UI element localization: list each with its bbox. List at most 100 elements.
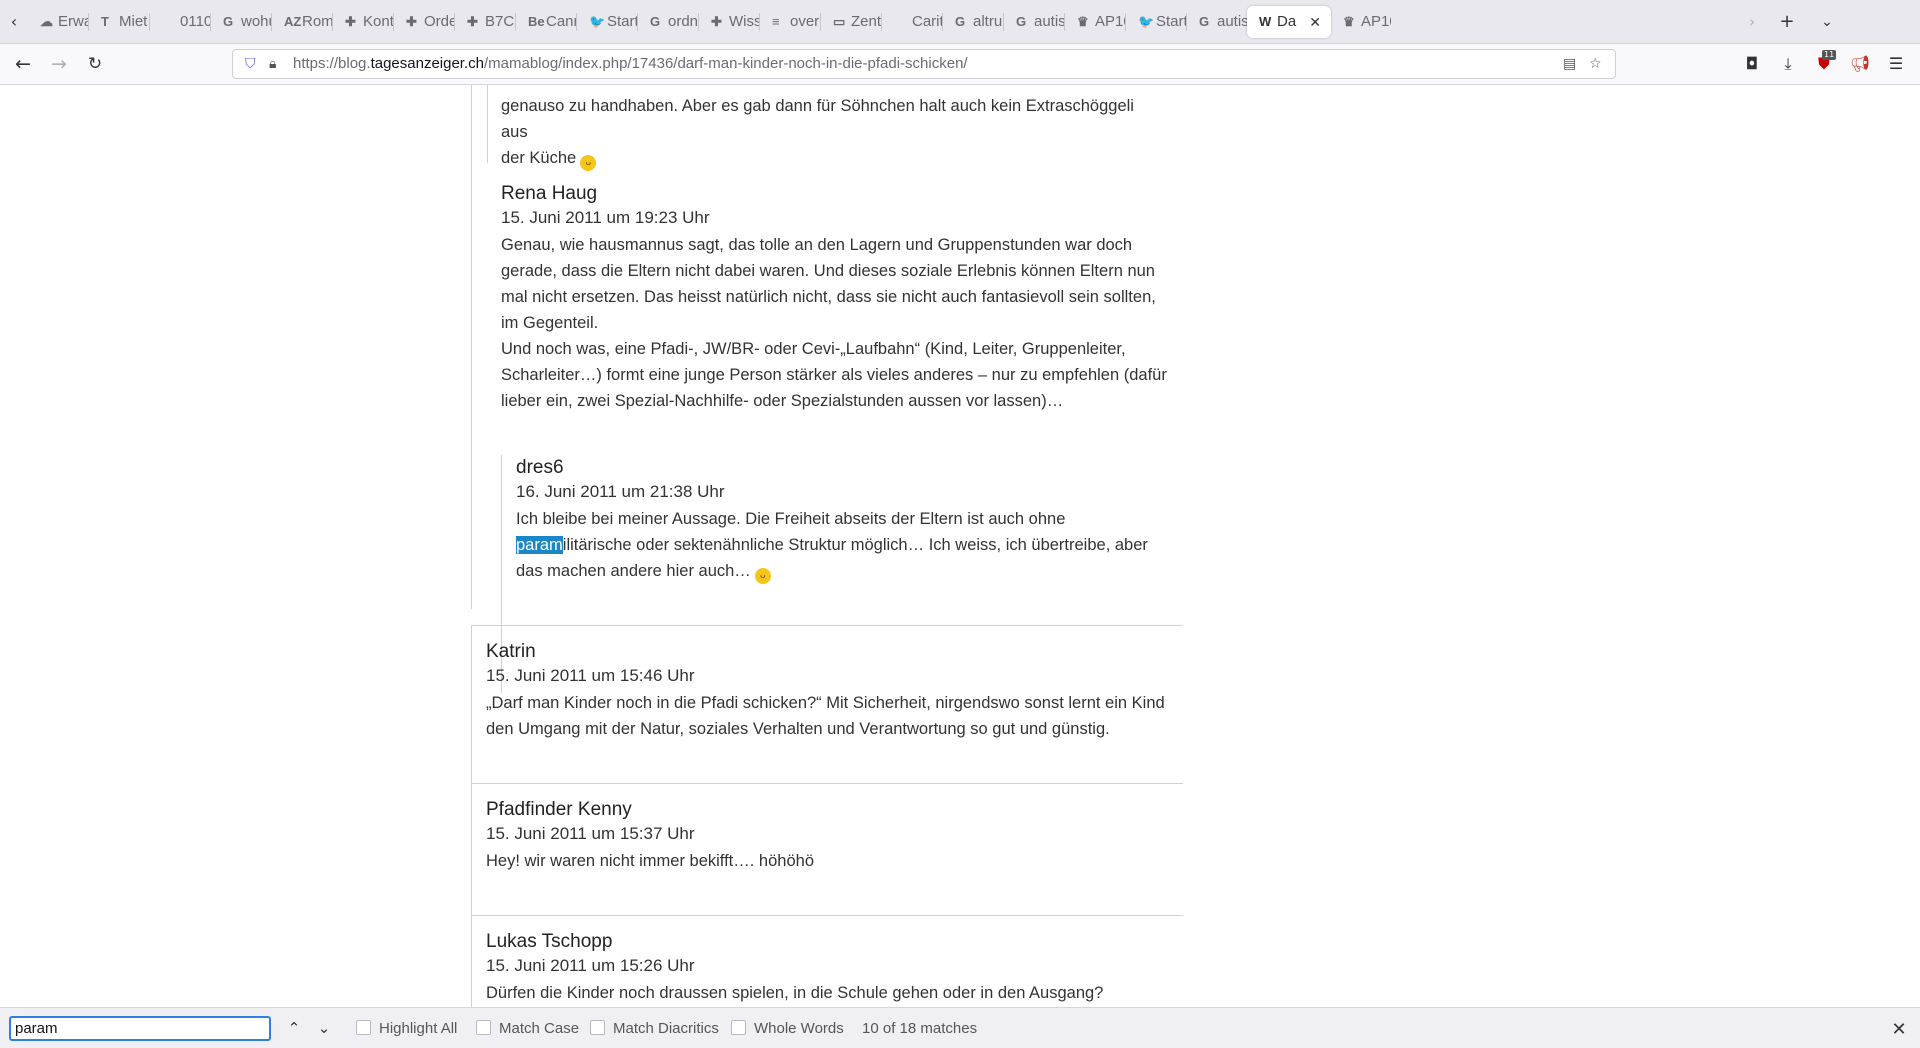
match-diacritics-checkbox[interactable]: Match Diacritics (590, 1019, 719, 1039)
weather-icon: ☁ (40, 14, 53, 29)
google-icon: G (955, 14, 966, 29)
comment-date[interactable]: 15. Juni 2011 um 19:23 Uhr (501, 208, 1181, 228)
comment-text-line: Hey! wir waren nicht immer bekifft…. höh… (486, 852, 814, 870)
browser-tab[interactable]: ☁ Erwa (28, 6, 88, 38)
scroll-tabs-right-icon[interactable]: › (1738, 8, 1766, 36)
tab-label: AP10 (1095, 13, 1125, 30)
browser-tab[interactable]: ▭ Zent (821, 6, 881, 38)
browser-tab[interactable]: 01102.0 (150, 6, 210, 38)
comment-body: Ich bleibe bei meiner Aussage. Die Freih… (516, 506, 1176, 584)
comment-text-line: den Umgang mit der Natur, soziales Verha… (486, 720, 1110, 738)
comment-date[interactable]: 16. Juni 2011 um 21:38 Uhr (516, 482, 1176, 502)
tab-label: Kont (363, 13, 393, 30)
downloads-icon[interactable]: ⤓ (1774, 50, 1802, 78)
url-bar[interactable]: ⛉ 🔒︎ https://blog.tagesanzeiger.ch/mamab… (232, 49, 1616, 79)
comment-date[interactable]: 15. Juni 2011 um 15:26 Uhr (486, 956, 1176, 976)
comment-date[interactable]: 15. Juni 2011 um 15:46 Uhr (486, 666, 1176, 686)
comment-border (471, 915, 472, 1007)
browser-tab[interactable]: ✚ Kont (333, 6, 393, 38)
tab-label: Roml (302, 13, 332, 30)
close-find-bar-icon[interactable]: ✕ (1886, 1016, 1912, 1042)
checkbox-icon (356, 1020, 371, 1035)
comment-text-line: im Gegenteil. (501, 314, 599, 332)
close-tab-icon[interactable]: ✕ (1309, 6, 1321, 38)
checkbox-icon (476, 1020, 491, 1035)
browser-tab[interactable]: ✚ Wiss (699, 6, 759, 38)
browser-tab[interactable]: Caritas_ (882, 6, 942, 38)
browser-tab[interactable]: Gautis (1187, 6, 1247, 38)
browser-tab[interactable]: 🐦 Start (1126, 6, 1186, 38)
lock-icon[interactable]: 🔒︎ (269, 50, 276, 78)
browser-tab[interactable]: ♛ AP10 (1331, 6, 1391, 38)
comment-date[interactable]: 15. Juni 2011 um 15:37 Uhr (486, 824, 1176, 844)
comment-text-line: lieber ein, zwei Spezial-Nachhilfe- oder… (501, 392, 1064, 410)
find-input[interactable] (9, 1016, 271, 1041)
app-menu-icon[interactable]: ☰ (1882, 50, 1910, 78)
browser-tab[interactable]: AZRoml (272, 6, 332, 38)
new-tab-icon[interactable]: + (1772, 8, 1802, 36)
forward-icon[interactable]: → (44, 50, 74, 78)
back-icon[interactable]: ← (8, 50, 38, 78)
comment-lukas-tschopp: Lukas Tschopp 15. Juni 2011 um 15:26 Uhr… (486, 931, 1176, 1006)
comment-body: Dürfen die Kinder noch draussen spielen,… (486, 980, 1176, 1006)
browser-tab[interactable]: Gordn (638, 6, 698, 38)
tab-label: over (790, 13, 820, 30)
match-case-checkbox[interactable]: Match Case (476, 1019, 579, 1039)
reader-view-icon[interactable]: ▤ (1563, 50, 1576, 78)
comment-separator (471, 783, 1183, 784)
swiss-shield-icon: ✚ (467, 14, 478, 29)
url-text[interactable]: https://blog.tagesanzeiger.ch/mamablog/i… (293, 50, 968, 78)
bookmark-star-icon[interactable]: ☆ (1589, 50, 1602, 78)
megaphone-extension-icon[interactable]: 📢︎ (1846, 50, 1874, 78)
comment-text-line: das machen andere hier auch… (516, 562, 751, 580)
comment-rena-haug: Rena Haug 15. Juni 2011 um 19:23 Uhr Gen… (501, 183, 1181, 414)
tab-label: altru (973, 13, 1003, 30)
find-match-highlight: param (516, 536, 563, 554)
highlight-all-checkbox[interactable]: Highlight All (356, 1019, 457, 1039)
comment-author: Lukas Tschopp (486, 931, 613, 952)
comment-pfadfinder-kenny: Pfadfinder Kenny 15. Juni 2011 um 15:37 … (486, 799, 1176, 874)
browser-tab[interactable]: W Da ✕ (1247, 6, 1331, 38)
pocket-icon[interactable]: ◘ (1738, 50, 1766, 78)
tab-label: Start (1156, 13, 1186, 30)
google-icon: G (223, 14, 234, 29)
browser-tab[interactable]: ✚ Orde (394, 6, 454, 38)
tab-label: ordn (668, 13, 698, 30)
checkbox-icon (590, 1020, 605, 1035)
tab-label: AP10 (1361, 13, 1391, 30)
t-icon: T (101, 14, 109, 29)
browser-tab[interactable]: ♛ AP10 (1065, 6, 1125, 38)
smile-emoji-icon: ᴗ (580, 155, 597, 171)
comment-text-line: ilitärische oder sektenähnliche Struktur… (562, 536, 1148, 554)
browser-tab[interactable]: Galtru (943, 6, 1003, 38)
comment-author: dres6 (516, 457, 564, 478)
tab-label: autis (1217, 13, 1247, 30)
google-icon: G (1199, 14, 1210, 29)
browser-tab[interactable]: 🐦 Start (577, 6, 637, 38)
comment-separator (471, 915, 1183, 916)
reload-icon[interactable]: ↻ (80, 50, 110, 78)
tracking-protection-shield-icon[interactable]: ⛉ (245, 50, 256, 78)
page-content: genauso zu handhaben. Aber es gab dann f… (0, 85, 1920, 1007)
browser-tab[interactable]: Gwohu (211, 6, 271, 38)
navigation-toolbar: ← → ↻ ⛉ 🔒︎ https://blog.tagesanzeiger.ch… (0, 44, 1920, 85)
ap-icon: ♛ (1077, 14, 1089, 29)
tab-label: Wiss (729, 13, 759, 30)
browser-tab[interactable]: ✚ B7C2 (455, 6, 515, 38)
scroll-tabs-left-icon[interactable]: ‹ (0, 8, 28, 36)
extension-badge: 11 (1822, 50, 1837, 60)
tab-label: 01102.0 (180, 13, 210, 30)
tab-label: Zent (851, 13, 881, 30)
find-next-icon[interactable]: ⌄ (312, 1017, 336, 1041)
browser-tab[interactable]: Gautis (1004, 6, 1064, 38)
tab-label: wohu (241, 13, 271, 30)
tab-label: Start (607, 13, 637, 30)
browser-tab[interactable]: BeCann (516, 6, 576, 38)
list-all-tabs-icon[interactable]: ⌄ (1812, 8, 1842, 36)
comment-text-line: gerade, dass die Eltern nicht dabei ware… (501, 262, 1155, 280)
browser-tab[interactable]: ≡ over (760, 6, 820, 38)
whole-words-checkbox[interactable]: Whole Words (731, 1019, 844, 1039)
browser-tab[interactable]: T Miet (89, 6, 149, 38)
google-icon: G (1016, 14, 1027, 29)
find-previous-icon[interactable]: ⌃ (282, 1017, 306, 1041)
